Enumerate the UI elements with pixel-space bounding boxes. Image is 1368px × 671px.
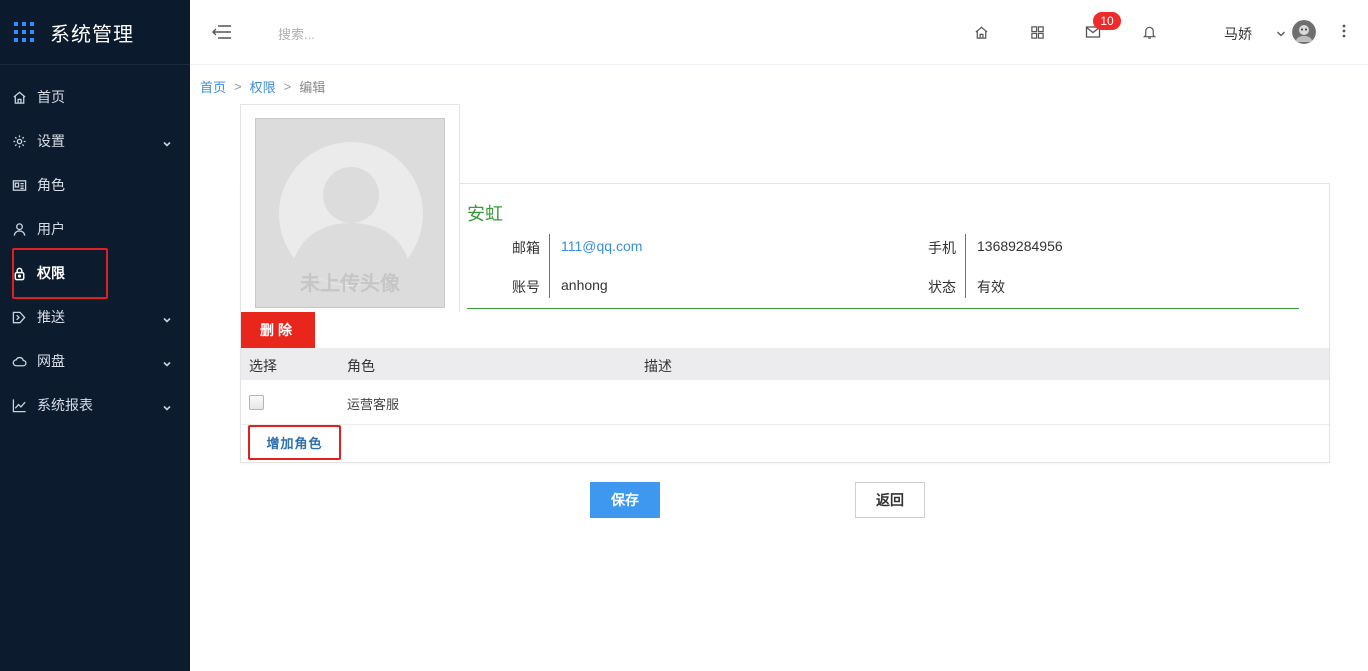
divider	[549, 270, 550, 298]
sidebar-item-settings[interactable]: 设置	[0, 119, 190, 163]
sidebar-item-users[interactable]: 用户	[0, 207, 190, 251]
user-name: 安虹	[467, 204, 503, 225]
back-button[interactable]: 返回	[855, 482, 925, 518]
sidebar-item-home[interactable]: 首页	[0, 75, 190, 119]
chevron-down-icon	[162, 312, 172, 328]
id-card-icon	[11, 177, 27, 193]
mail-count-badge: 10	[1093, 12, 1121, 30]
account-label: 账号	[512, 279, 540, 295]
save-button[interactable]: 保存	[590, 482, 660, 518]
sidebar-item-netdisk[interactable]: 网盘	[0, 339, 190, 383]
send-icon	[11, 309, 27, 325]
gear-icon	[11, 133, 27, 149]
apps-grid-icon[interactable]	[1027, 22, 1047, 42]
grid-logo-icon	[14, 22, 34, 42]
avatar-placeholder: 未上传头像	[255, 118, 445, 308]
sidebar-item-roles[interactable]: 角色	[0, 163, 190, 207]
divider	[965, 270, 966, 298]
chevron-down-icon[interactable]	[1276, 26, 1286, 42]
role-cell: 运营客服	[347, 397, 400, 412]
annotation-highlight	[12, 248, 108, 299]
sidebar-item-push[interactable]: 推送	[0, 295, 190, 339]
chart-line-icon	[11, 397, 27, 413]
breadcrumb: 首页 > 权限 > 编辑	[200, 77, 325, 96]
avatar[interactable]	[1292, 20, 1316, 44]
brand: 系统管理	[0, 0, 190, 65]
user-icon	[11, 221, 27, 237]
sidebar-item-label: 推送	[37, 309, 65, 325]
status-value: 有效	[977, 279, 1005, 295]
info-underline	[467, 308, 1299, 309]
breadcrumb-home[interactable]: 首页	[200, 77, 226, 96]
phone-label: 手机	[928, 240, 956, 256]
row-checkbox[interactable]	[249, 395, 264, 410]
table-row: 运营客服	[241, 380, 1329, 425]
delete-button[interactable]: 删除	[241, 312, 315, 348]
search-input[interactable]	[278, 22, 478, 46]
email-value[interactable]: 111@qq.com	[561, 238, 642, 254]
app-title: 系统管理	[50, 21, 134, 46]
breadcrumb-permissions[interactable]: 权限	[250, 77, 276, 96]
chevron-down-icon	[162, 136, 172, 152]
column-header-role: 角色	[347, 358, 375, 374]
username[interactable]: 马娇	[1224, 24, 1252, 44]
sidebar-item-reports[interactable]: 系统报表	[0, 383, 190, 427]
status-label: 状态	[928, 279, 956, 295]
breadcrumb-separator: >	[234, 79, 242, 94]
top-header: 10 马娇	[190, 0, 1368, 65]
email-label: 邮箱	[512, 240, 540, 256]
home-icon[interactable]	[971, 22, 991, 42]
sidebar-item-label: 设置	[37, 133, 65, 149]
home-icon	[11, 89, 27, 105]
sidebar-item-label: 角色	[37, 177, 65, 193]
role-table-header: 选择 角色 描述	[241, 348, 1329, 380]
bell-icon[interactable]	[1139, 22, 1159, 42]
avatar-placeholder-text: 未上传头像	[300, 271, 400, 295]
sidebar-item-label: 网盘	[37, 353, 65, 369]
chevron-down-icon	[162, 356, 172, 372]
sidebar-item-label: 用户	[37, 221, 65, 237]
column-header-description: 描述	[644, 358, 672, 374]
menu-collapse-icon[interactable]	[212, 24, 232, 43]
divider	[965, 234, 966, 270]
cloud-icon	[11, 353, 27, 369]
phone-value: 13689284956	[977, 238, 1063, 254]
breadcrumb-current: 编辑	[299, 80, 326, 95]
sidebar-item-label: 系统报表	[37, 397, 93, 413]
divider	[549, 234, 550, 270]
sidebar: 系统管理 首页 设置 角色 用户 权限 推送 网盘 系统报表	[0, 0, 190, 671]
breadcrumb-separator: >	[283, 79, 292, 94]
sidebar-item-label: 首页	[37, 89, 65, 105]
column-header-select: 选择	[249, 358, 277, 374]
account-value: anhong	[561, 277, 608, 293]
add-role-button[interactable]: 增加角色	[248, 425, 341, 460]
chevron-down-icon	[162, 400, 172, 416]
more-vertical-icon[interactable]	[1342, 24, 1346, 41]
